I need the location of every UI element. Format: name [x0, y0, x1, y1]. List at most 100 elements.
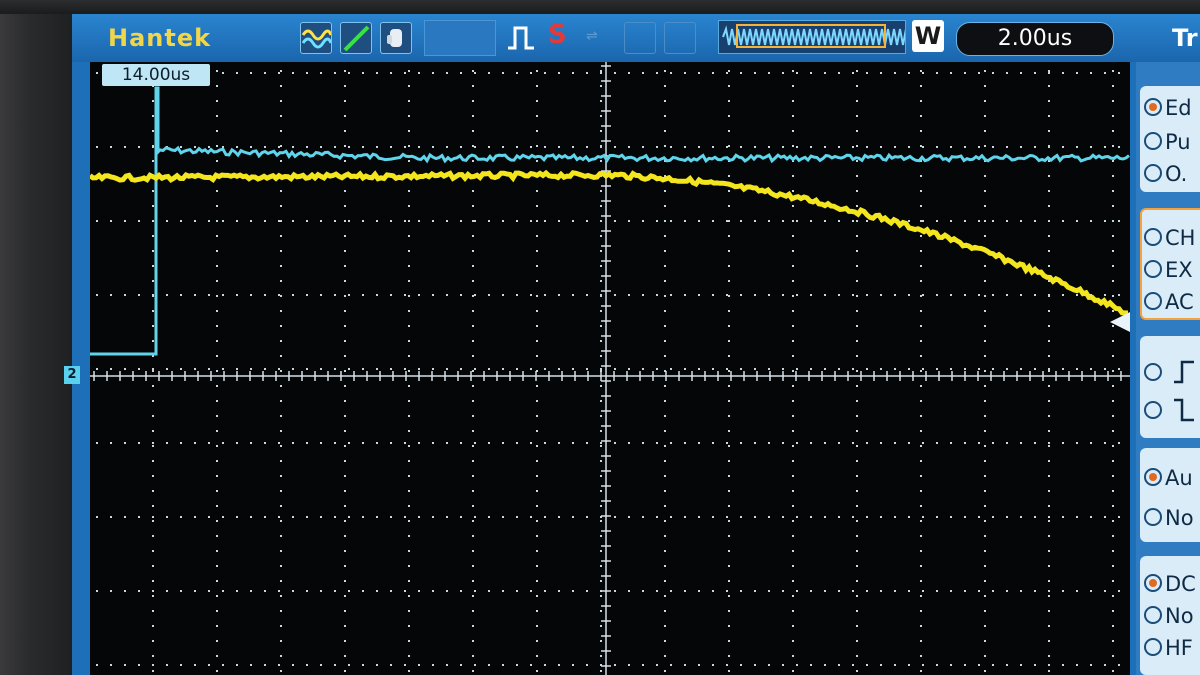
grid-dot — [920, 145, 922, 147]
grid-dot — [1006, 516, 1008, 518]
grid-dot — [530, 442, 532, 444]
grid-dot — [216, 400, 218, 402]
trigger-level-marker[interactable] — [1110, 312, 1130, 332]
grid-dot — [824, 442, 826, 444]
channel-2-marker[interactable]: 2 — [64, 366, 80, 384]
slope-option-rising[interactable] — [1144, 358, 1196, 386]
memory-mode-badge[interactable]: W — [912, 20, 944, 52]
grid-dot — [856, 85, 858, 87]
grid-dot — [984, 325, 986, 327]
grid-dot — [180, 516, 182, 518]
cursor-line-icon[interactable] — [340, 22, 372, 54]
grid-dot — [216, 655, 218, 657]
grid-dot — [824, 516, 826, 518]
grid-dot — [664, 235, 666, 237]
memory-window-icon[interactable] — [736, 24, 886, 48]
grid-dot — [348, 442, 350, 444]
type-option-edge[interactable]: Ed — [1144, 96, 1192, 120]
grid-dot — [824, 590, 826, 592]
type-option-other[interactable]: O. — [1144, 162, 1187, 186]
grid-dot — [754, 590, 756, 592]
source-option-ch[interactable]: CH — [1144, 226, 1195, 250]
grid-dot — [216, 295, 218, 297]
hand-icon[interactable] — [380, 22, 412, 54]
usb-slot-icon — [664, 22, 696, 54]
grid-dot — [1006, 294, 1008, 296]
grid-dot — [472, 85, 474, 87]
grid-dot — [334, 146, 336, 148]
grid-dot — [796, 368, 798, 370]
grid-dot — [278, 590, 280, 592]
grid-dot — [908, 590, 910, 592]
grid-dot — [586, 368, 588, 370]
coupling-option-hf[interactable]: HF — [1144, 636, 1193, 660]
grid-dot — [1118, 664, 1120, 666]
grid-dot — [208, 146, 210, 148]
grid-dot — [978, 146, 980, 148]
grid-dot — [936, 294, 938, 296]
grid-dot — [1006, 590, 1008, 592]
mode-option-normal[interactable]: No — [1144, 506, 1194, 530]
grid-dot — [642, 146, 644, 148]
grid-dot — [216, 580, 218, 582]
grid-dot — [446, 294, 448, 296]
grid-dot — [472, 70, 474, 72]
grid-dot — [536, 280, 538, 282]
grid-dot — [856, 580, 858, 582]
grid-dot — [320, 294, 322, 296]
grid-dot — [992, 146, 994, 148]
grid-dot — [984, 310, 986, 312]
grid-dot — [600, 550, 602, 552]
grid-dot — [600, 85, 602, 87]
mode-option-auto[interactable]: Au — [1144, 466, 1193, 490]
grid-dot — [810, 294, 812, 296]
grid-dot — [1112, 655, 1114, 657]
grid-dot — [280, 640, 282, 642]
grid-dot — [920, 445, 922, 447]
grid-dot — [992, 220, 994, 222]
waveform-icon[interactable] — [300, 22, 333, 54]
waveform-plot[interactable] — [90, 62, 1130, 675]
grid-dot — [362, 294, 364, 296]
source-option-ext[interactable]: EX — [1144, 258, 1193, 282]
type-option-pulse[interactable]: Pu — [1144, 130, 1191, 154]
grid-dot — [600, 670, 602, 672]
coupling-option-noise[interactable]: No — [1144, 604, 1194, 628]
grid-dot — [1112, 280, 1114, 282]
grid-dot — [1048, 368, 1050, 370]
grid-dot — [600, 385, 602, 387]
grid-dot — [408, 595, 410, 597]
grid-dot — [726, 516, 728, 518]
grid-dot — [880, 590, 882, 592]
grid-dot — [280, 370, 282, 372]
grid-dot — [600, 415, 602, 417]
slope-option-falling[interactable] — [1144, 396, 1196, 424]
grid-dot — [880, 664, 882, 666]
coupling-option-dc[interactable]: DC — [1144, 572, 1196, 596]
grid-dot — [628, 368, 630, 370]
grid-dot — [792, 100, 794, 102]
grid-dot — [180, 146, 182, 148]
grid-dot — [664, 385, 666, 387]
grid-dot — [664, 70, 666, 72]
grid-dot — [1076, 590, 1078, 592]
grid-dot — [408, 520, 410, 522]
grid-dot — [792, 625, 794, 627]
grid-dot — [306, 442, 308, 444]
grid-dot — [792, 355, 794, 357]
grid-dot — [792, 475, 794, 477]
grid-dot — [936, 590, 938, 592]
grid-dot — [216, 265, 218, 267]
grid-dot — [152, 460, 154, 462]
grid-dot — [856, 115, 858, 117]
grid-dot — [664, 670, 666, 672]
source-option-ac[interactable]: AC — [1144, 290, 1194, 314]
timebase-readout[interactable]: 2.00us — [956, 22, 1114, 56]
grid-dot — [344, 355, 346, 357]
grid-dot — [792, 580, 794, 582]
grid-dot — [600, 115, 602, 117]
grid-dot — [866, 220, 868, 222]
grid-dot — [1112, 115, 1114, 117]
grid-dot — [1112, 430, 1114, 432]
grid-dot — [1048, 370, 1050, 372]
